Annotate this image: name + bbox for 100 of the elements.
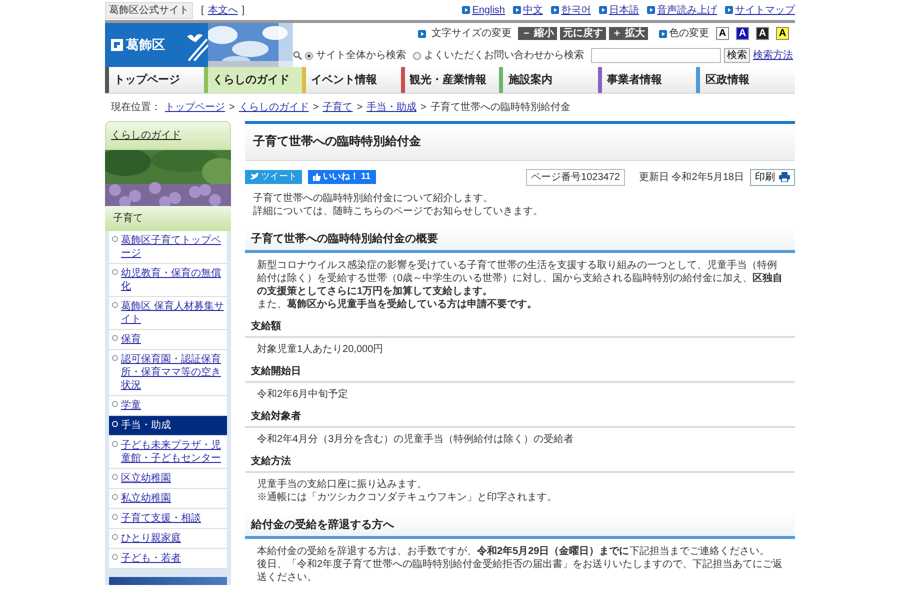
paragraph: また、葛飾区から児童手当を受給している方は申請不要です。: [257, 298, 538, 311]
page-number: ページ番号1023472: [526, 168, 625, 186]
breadcrumb-current: 子育て世帯への臨時特別給付金: [430, 101, 570, 114]
bullet-icon: [112, 554, 118, 560]
paragraph: 令和2年4月分（3月分を含む）の児童手当（特例給付は除く）の受給者: [257, 432, 575, 446]
bullet-icon: [112, 441, 118, 447]
language-link[interactable]: English: [472, 4, 505, 16]
sidebar-link[interactable]: 保育: [109, 330, 227, 350]
arrow-icon: [462, 6, 470, 14]
sidebar-link[interactable]: 幼児教育・保育の無償化: [109, 264, 227, 297]
nav-tab[interactable]: 事業者情報: [598, 67, 696, 93]
language-link[interactable]: 한국어: [561, 4, 591, 16]
bullet-icon: [112, 534, 118, 540]
nav-tab[interactable]: イベント情報: [302, 67, 401, 93]
text-size-button[interactable]: 元に戻す: [560, 27, 606, 40]
bullet-icon: [112, 355, 118, 361]
sidebar-link[interactable]: 子ども未来プラザ・児童館・子どもセンター: [109, 436, 227, 469]
bullet-icon: [112, 494, 118, 500]
language-link[interactable]: 音声読み上げ: [657, 4, 717, 16]
language-link[interactable]: 日本語: [609, 4, 639, 16]
sidebar-link[interactable]: 私立幼稚園: [109, 489, 227, 509]
radio-label: よくいただくお問い合わせから検索: [424, 49, 584, 62]
sidebar-link[interactable]: ひとり親家庭: [109, 529, 227, 549]
paragraph: 本給付金の受給を辞退する方は、お手数ですが、令和2年5月29日（金曜日）までに下記担当までご連絡ください。: [257, 545, 770, 558]
breadcrumb-link[interactable]: トップページ: [165, 101, 225, 114]
sidebar-link[interactable]: 葛飾区 保育人材募集サイト: [109, 297, 227, 330]
color-option-button[interactable]: A: [776, 27, 789, 40]
skip-link[interactable]: 本文へ: [208, 4, 238, 16]
color-option-button[interactable]: A: [716, 27, 729, 40]
search-field[interactable]: [591, 48, 721, 63]
sidebar-link[interactable]: 葛飾区子育てトップページ: [109, 231, 227, 264]
subsection-heading: 支給額: [245, 316, 795, 338]
bullet-icon: [112, 302, 118, 308]
nav-tab[interactable]: くらしのガイド: [204, 67, 302, 93]
breadcrumb-link[interactable]: くらしのガイド: [238, 101, 309, 114]
bullet-icon: [112, 236, 118, 242]
paragraph: 令和2年6月中旬予定: [257, 388, 350, 401]
arrow-icon: [659, 30, 667, 38]
arrow-icon: [647, 6, 655, 14]
arrow-icon: [725, 6, 733, 14]
arrow-icon: [599, 6, 607, 14]
nav-tab[interactable]: 観光・産業情報: [400, 67, 500, 93]
bullet-icon: [112, 401, 118, 407]
print-button[interactable]: 印刷: [750, 168, 795, 186]
banner[interactable]: [109, 577, 227, 585]
text-size-button[interactable]: ＋ 拡大: [609, 27, 648, 40]
page-title: 子育て世帯への臨時特別給付金: [245, 121, 795, 161]
paragraph: 児童手当の支給口座に振り込みます。: [257, 478, 428, 491]
sidebar-section-title: 子育て: [105, 206, 231, 231]
sidebar-link[interactable]: 認可保育園・認証保育所・保育ママ等の空き状況: [109, 350, 227, 396]
sidebar-link[interactable]: 子育て支援・相談: [109, 509, 227, 529]
bullet-icon: [112, 474, 118, 480]
color-option-button[interactable]: A: [736, 27, 749, 40]
like-button[interactable]: いいね！ 11: [308, 170, 376, 184]
language-link[interactable]: 中文: [523, 4, 543, 16]
paragraph: 対象児童1人あたり20,000円: [257, 342, 384, 356]
like-count: 11: [361, 171, 371, 183]
subsection-heading: 支給方法: [245, 452, 795, 473]
sidebar-link[interactable]: 子ども・若者: [109, 549, 227, 569]
bird-icon: [250, 173, 259, 182]
arrow-icon: [418, 30, 426, 38]
breadcrumb-separator: >: [420, 101, 426, 114]
subsection-heading: 支給対象者: [245, 406, 795, 428]
breadcrumb-separator: >: [229, 101, 235, 114]
text-size-label: 文字サイズの変更: [431, 27, 512, 40]
language-link[interactable]: サイトマップ: [735, 4, 795, 16]
logo-text[interactable]: 葛飾区: [126, 36, 165, 54]
bullet-icon: [112, 335, 118, 341]
color-option-button[interactable]: A: [756, 27, 769, 40]
breadcrumb-link[interactable]: 子育て: [322, 101, 353, 114]
sidebar-link[interactable]: 手当・助成: [109, 416, 227, 436]
breadcrumb-separator: >: [312, 101, 319, 114]
intro-text: 詳細については、随時こちらのページでお知らせしていきます。: [253, 204, 544, 218]
radio-label: サイト全体から検索: [316, 49, 406, 62]
search-help-link[interactable]: 検索方法: [753, 49, 793, 62]
breadcrumb-separator: >: [356, 101, 363, 114]
color-change-label: 色の変更: [669, 27, 709, 40]
site-label: 葛飾区公式サイト: [105, 2, 193, 18]
sidebar-link[interactable]: 学童: [109, 396, 227, 416]
thumbs-up-icon: [313, 173, 321, 182]
logo-icon: [111, 39, 123, 51]
intro-text: 子育て世帯への臨時特別給付金について紹介します。: [253, 192, 494, 205]
search-button[interactable]: 検索: [724, 48, 750, 63]
arrow-icon: [513, 6, 521, 14]
bracket: [: [201, 4, 204, 16]
bracket: ]: [242, 4, 245, 16]
radio-button[interactable]: [413, 52, 421, 60]
breadcrumb-label: 現在位置：: [111, 101, 161, 114]
bullet-icon: [112, 514, 118, 520]
breadcrumb-link[interactable]: 手当・助成: [366, 101, 417, 114]
paragraph: 新型コロナウイルス感染症の影響を受けている子育て世帯の生活を支援する取り組みの一つとして、児童手当（特例給付は除く）を受給する世帯（0歳～中学生のいる世帯）に対し、国から支給される臨時特別の給付金に加え、区独自の支援策としてさらに1万円を加算して支給します。: [257, 258, 783, 298]
sidebar-link[interactable]: 区立幼稚園: [109, 469, 227, 489]
nav-tab[interactable]: 施設案内: [499, 67, 598, 93]
text-size-button[interactable]: － 縮小: [518, 27, 558, 40]
nav-tab[interactable]: 区政情報: [696, 67, 796, 93]
bullet-icon: [112, 269, 118, 275]
paragraph: 後日、「令和2年度子育て世帯への臨時特別給付金受給拒否の届出書」をお送りいたしますので、下記担当あてにご返送ください。: [257, 558, 783, 584]
subsection-heading: 支給開始日: [245, 362, 795, 383]
bullet-icon: [112, 421, 118, 427]
radio-button[interactable]: [305, 52, 313, 60]
